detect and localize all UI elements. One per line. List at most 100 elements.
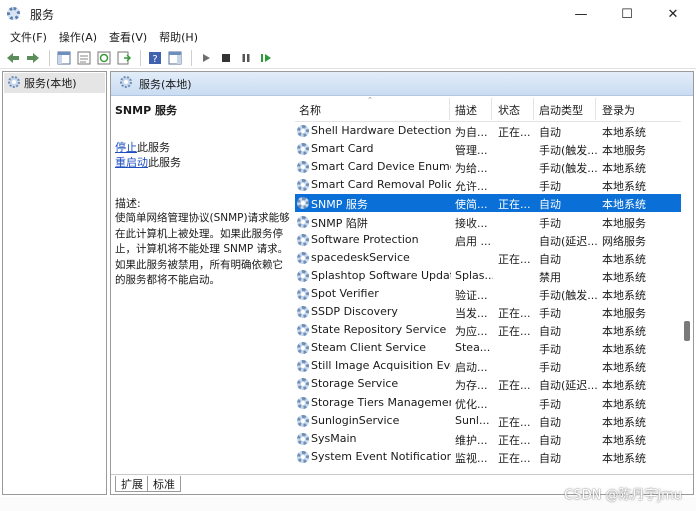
cell-startup-type: 自动 <box>539 252 561 266</box>
help-icon[interactable]: ? <box>146 49 164 67</box>
cell-startup-type: 手动 <box>539 180 561 194</box>
table-row[interactable]: Shell Hardware Detection 为自... 正在... 自动 本地系统 <box>295 122 681 140</box>
gear-icon <box>296 233 310 247</box>
restart-service-link[interactable]: 重启动 <box>115 156 148 169</box>
properties-sheet-icon[interactable] <box>75 49 93 67</box>
table-row[interactable]: Storage Tiers Management 优化... 手动 本地系统 <box>295 394 681 412</box>
cell-name: Steam Client Service <box>311 341 427 355</box>
column-divider[interactable] <box>491 98 492 120</box>
menu-help[interactable]: 帮助(H) <box>153 29 204 45</box>
cell-description: Splas... <box>455 268 493 282</box>
table-row[interactable]: Spot Verifier 验证... 手动(触发... 本地系统 <box>295 285 681 303</box>
maximize-button[interactable]: ☐ <box>604 0 650 28</box>
gear-icon <box>296 432 310 446</box>
cell-logon-as: 本地服务 <box>602 216 646 230</box>
cell-startup-type: 手动 <box>539 343 561 357</box>
cell-logon-as: 本地系统 <box>602 288 646 302</box>
gear-icon <box>296 124 310 138</box>
table-row[interactable]: spacedeskService 正在... 自动 本地系统 <box>295 249 681 267</box>
forward-arrow-icon[interactable] <box>24 49 42 67</box>
restart-service-icon[interactable] <box>257 49 275 67</box>
cell-logon-as: 本地系统 <box>602 379 646 393</box>
stop-service-icon[interactable] <box>217 49 235 67</box>
toolbar: ? <box>0 47 696 69</box>
cell-name: Smart Card Device Enumer... <box>311 160 451 174</box>
table-row[interactable]: Steam Client Service Stea... 手动 本地系统 <box>295 339 681 357</box>
console-tree-icon[interactable] <box>55 49 73 67</box>
tree-item-services-local[interactable]: 服务(本地) <box>4 73 105 93</box>
gear-icon <box>296 269 310 283</box>
table-row[interactable]: State Repository Service 为应... 正在... 自动 本地系统 <box>295 321 681 339</box>
table-row[interactable]: Storage Service 为存... 正在... 自动(延迟... 本地系统 <box>295 375 681 393</box>
cell-startup-type: 手动(触发... <box>539 162 597 176</box>
close-button[interactable]: ✕ <box>650 0 696 28</box>
cell-startup-type: 自动 <box>539 198 561 212</box>
service-description-panel: SNMP 服务 停止此服务 重启动此服务 描述: 使简单网络管理协议(SNMP)… <box>115 102 291 289</box>
table-row[interactable]: SNMP 陷阱 接收... 手动 本地服务 <box>295 213 681 231</box>
menu-file[interactable]: 文件(F) <box>4 29 53 45</box>
cell-name: Smart Card <box>311 142 374 156</box>
scrollbar-thumb[interactable] <box>684 321 690 341</box>
back-arrow-icon[interactable] <box>4 49 22 67</box>
tab-extended[interactable]: 扩展 <box>115 476 149 492</box>
cell-logon-as: 本地系统 <box>602 397 646 411</box>
cell-description: 为应... <box>455 325 488 339</box>
services-pane-header: 服务(本地) <box>111 72 693 96</box>
table-row[interactable]: Smart Card 管理... 手动(触发... 本地服务 <box>295 140 681 158</box>
column-header-description[interactable]: 描述 <box>455 102 477 118</box>
table-row[interactable]: Smart Card Device Enumer... 为给... 手动(触发...… <box>295 158 681 176</box>
cell-startup-type: 手动(触发... <box>539 288 597 302</box>
cell-description: 启动... <box>455 361 488 375</box>
cell-description: 接收... <box>455 216 488 230</box>
cell-name: SNMP 陷阱 <box>311 216 368 230</box>
cell-startup-type: 自动 <box>539 325 561 339</box>
stop-service-link[interactable]: 停止 <box>115 141 137 154</box>
restart-service-row: 重启动此服务 <box>115 155 291 170</box>
cell-description: 为自... <box>455 126 488 139</box>
cell-description: 管理... <box>455 144 488 158</box>
start-service-icon[interactable] <box>197 49 215 67</box>
gear-icon <box>296 142 310 156</box>
column-divider[interactable] <box>595 98 596 120</box>
gear-icon <box>296 414 310 428</box>
minimize-button[interactable]: — <box>558 0 604 28</box>
gear-icon <box>296 377 310 391</box>
table-row[interactable]: Still Image Acquisition Eve... 启动... 手动 本地系… <box>295 357 681 375</box>
cell-status: 正在... <box>498 325 531 339</box>
export-list-icon[interactable] <box>115 49 133 67</box>
cell-logon-as: 本地系统 <box>602 126 646 139</box>
column-divider[interactable] <box>449 98 450 120</box>
column-header-startup-type[interactable]: 启动类型 <box>539 102 583 118</box>
tab-standard[interactable]: 标准 <box>147 476 181 492</box>
table-row[interactable]: SSDP Discovery 当发... 正在... 手动 本地服务 <box>295 303 681 321</box>
gear-icon <box>296 396 310 410</box>
cell-name: spacedeskService <box>311 250 410 264</box>
column-header-logon-as[interactable]: 登录为 <box>602 102 635 118</box>
table-header: ⌃ 名称 描述 状态 启动类型 登录为 <box>295 96 681 122</box>
window-controls: — ☐ ✕ <box>558 0 696 28</box>
stop-service-suffix: 此服务 <box>137 141 170 154</box>
cell-name: SSDP Discovery <box>311 305 398 318</box>
menu-view[interactable]: 查看(V) <box>103 29 153 45</box>
table-row[interactable]: Software Protection 启用 ... 自动(延迟... 网络服务 <box>295 231 681 249</box>
column-header-status[interactable]: 状态 <box>498 102 520 118</box>
pause-service-icon[interactable] <box>237 49 255 67</box>
cell-logon-as: 本地系统 <box>602 343 646 357</box>
cell-logon-as: 本地系统 <box>602 325 646 339</box>
cell-startup-type: 手动 <box>539 361 561 375</box>
description-text: 使简单网络管理协议(SNMP)请求能够 在此计算机上被处理。如果此服务停 止，计… <box>115 212 290 286</box>
refresh-icon[interactable] <box>95 49 113 67</box>
menu-action[interactable]: 操作(A) <box>53 29 103 45</box>
table-row[interactable]: SysMain 维护... 正在... 自动 本地系统 <box>295 430 681 448</box>
table-row[interactable]: SunloginService Sunl... 正在... 自动 本地系统 <box>295 412 681 430</box>
cell-startup-type: 手动(触发... <box>539 144 597 158</box>
action-pane-icon[interactable] <box>166 49 184 67</box>
vertical-scrollbar[interactable] <box>681 96 693 466</box>
column-header-name[interactable]: 名称 <box>299 102 321 118</box>
table-row[interactable]: Smart Card Removal Policy 允许... 手动 本地系统 <box>295 176 681 194</box>
svg-text:?: ? <box>152 54 157 65</box>
column-divider[interactable] <box>533 98 534 120</box>
table-row[interactable]: Splashtop Software Update... Splas... 禁用 本地… <box>295 267 681 285</box>
table-row[interactable]: System Event Notification ... 监视... 正在... 自… <box>295 448 681 466</box>
table-row[interactable]: SNMP 服务 使简... 正在... 自动 本地系统 <box>295 194 681 213</box>
